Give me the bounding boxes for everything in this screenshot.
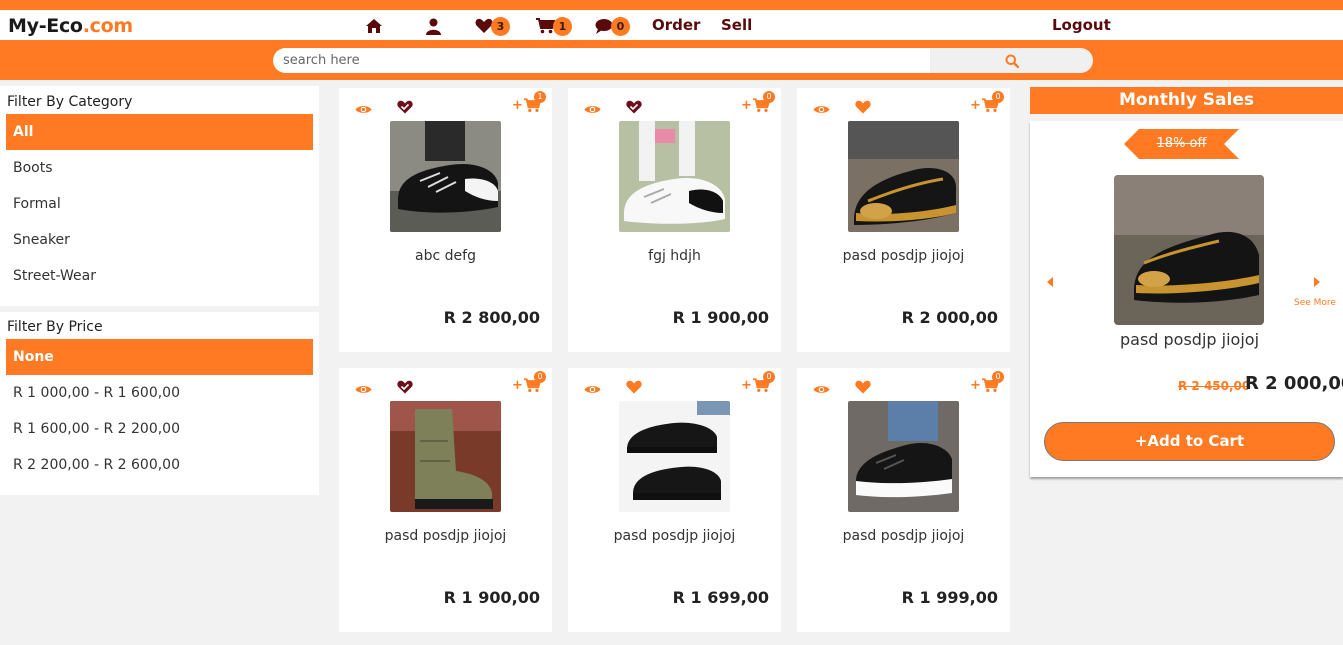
product-name: pasd posdjp jiojoj bbox=[384, 528, 507, 544]
product-card[interactable]: +1 abc defg R 2 800,00 bbox=[339, 88, 552, 352]
view-eye-icon[interactable] bbox=[813, 384, 830, 395]
product-name: pasd posdjp jiojoj bbox=[842, 248, 965, 264]
logo-main: My-Eco bbox=[8, 15, 83, 37]
product-name: pasd posdjp jiojoj bbox=[613, 528, 736, 544]
view-eye-icon[interactable] bbox=[813, 104, 830, 115]
category-item-boots[interactable]: Boots bbox=[0, 150, 319, 186]
view-eye-icon[interactable] bbox=[584, 384, 601, 395]
search-icon bbox=[1005, 54, 1019, 68]
search-button[interactable] bbox=[930, 48, 1093, 73]
category-filter-panel: Filter By Category All Boots Formal Snea… bbox=[0, 86, 319, 306]
cart-count-badge: 1 bbox=[553, 16, 572, 36]
featured-new-price: R 2 000,00 bbox=[1245, 373, 1343, 394]
product-image[interactable] bbox=[390, 401, 501, 512]
product-price: R 2 000,00 bbox=[901, 308, 998, 327]
search-bar bbox=[0, 40, 1343, 80]
plus-icon: + bbox=[970, 98, 981, 113]
featured-product-image[interactable] bbox=[1114, 175, 1264, 325]
product-name: abc defg bbox=[415, 248, 476, 264]
monthly-sales-panel: 18% off See More pasd posdjp jiojoj R 2 … bbox=[1030, 121, 1343, 477]
category-item-sneaker[interactable]: Sneaker bbox=[0, 222, 319, 258]
sell-link[interactable]: Sell bbox=[721, 16, 752, 34]
product-price: R 1 999,00 bbox=[901, 588, 998, 607]
cart-quantity-badge: 0 bbox=[534, 371, 546, 383]
product-image[interactable] bbox=[619, 401, 730, 512]
product-card[interactable]: +0 pasd posdjp jiojoj R 1 699,00 bbox=[568, 368, 781, 632]
view-eye-icon[interactable] bbox=[355, 104, 372, 115]
order-link[interactable]: Order bbox=[652, 16, 700, 34]
discount-label: 18% off bbox=[1156, 136, 1207, 151]
price-item-none[interactable]: None bbox=[6, 339, 313, 375]
carousel-prev-arrow-icon[interactable] bbox=[1046, 272, 1054, 291]
category-item-formal[interactable]: Formal bbox=[0, 186, 319, 222]
product-price: R 2 800,00 bbox=[443, 308, 540, 327]
cart-quantity-badge: 0 bbox=[763, 91, 775, 103]
plus-icon: + bbox=[741, 98, 752, 113]
search-input[interactable] bbox=[273, 48, 930, 73]
plus-icon: + bbox=[970, 378, 981, 393]
plus-icon: + bbox=[741, 378, 752, 393]
category-item-street-wear[interactable]: Street-Wear bbox=[0, 258, 319, 294]
product-card[interactable]: +0 fgj hdjh R 1 900,00 bbox=[568, 88, 781, 352]
product-image[interactable] bbox=[619, 121, 730, 232]
product-image[interactable] bbox=[848, 121, 959, 232]
messages-count-badge: 0 bbox=[611, 16, 630, 36]
price-filter-title: Filter By Price bbox=[7, 319, 103, 335]
featured-product-name: pasd posdjp jiojoj bbox=[1119, 330, 1260, 349]
home-icon[interactable] bbox=[365, 17, 383, 35]
messages-nav[interactable]: 0 bbox=[595, 16, 630, 36]
header: My-Eco.com 3 1 0 Order Sell Logout bbox=[0, 10, 1343, 40]
wishlist-nav[interactable]: 3 bbox=[475, 16, 510, 36]
heart-icon[interactable] bbox=[626, 380, 642, 394]
price-item-range-2[interactable]: R 1 600,00 - R 2 200,00 bbox=[0, 411, 319, 447]
product-name: fgj hdjh bbox=[648, 248, 701, 264]
heart-icon[interactable] bbox=[855, 380, 871, 394]
heart-check-icon[interactable] bbox=[626, 100, 642, 114]
view-eye-icon[interactable] bbox=[584, 104, 601, 115]
product-image[interactable] bbox=[390, 121, 501, 232]
monthly-sales-title: Monthly Sales bbox=[1030, 87, 1343, 114]
featured-old-price: R 2 450,00 bbox=[1178, 379, 1251, 393]
see-more-link[interactable]: See More bbox=[1294, 298, 1336, 308]
logout-link[interactable]: Logout bbox=[1052, 16, 1111, 34]
discount-ribbon: 18% off bbox=[1124, 129, 1239, 159]
plus-icon: + bbox=[512, 98, 523, 113]
user-icon[interactable] bbox=[426, 17, 441, 35]
cart-quantity-badge: 0 bbox=[992, 371, 1004, 383]
site-logo[interactable]: My-Eco.com bbox=[8, 15, 133, 37]
heart-icon[interactable] bbox=[855, 100, 871, 114]
logo-tld: .com bbox=[82, 15, 133, 37]
carousel-next-arrow-icon[interactable] bbox=[1313, 272, 1321, 291]
price-filter-panel: Filter By Price None R 1 000,00 - R 1 60… bbox=[0, 312, 319, 495]
product-image[interactable] bbox=[848, 401, 959, 512]
view-eye-icon[interactable] bbox=[355, 384, 372, 395]
category-item-all[interactable]: All bbox=[6, 114, 313, 150]
product-card[interactable]: +0 pasd posdjp jiojoj R 1 900,00 bbox=[339, 368, 552, 632]
product-card[interactable]: +0 pasd posdjp jiojoj R 1 999,00 bbox=[797, 368, 1010, 632]
add-to-cart-button[interactable]: +Add to Cart bbox=[1044, 422, 1335, 461]
cart-nav[interactable]: 1 bbox=[536, 16, 572, 36]
category-filter-title: Filter By Category bbox=[7, 94, 133, 110]
plus-icon: + bbox=[512, 378, 523, 393]
price-item-range-1[interactable]: R 1 000,00 - R 1 600,00 bbox=[0, 375, 319, 411]
product-card[interactable]: +0 pasd posdjp jiojoj R 2 000,00 bbox=[797, 88, 1010, 352]
product-price: R 1 900,00 bbox=[672, 308, 769, 327]
cart-quantity-badge: 0 bbox=[763, 371, 775, 383]
product-price: R 1 699,00 bbox=[672, 588, 769, 607]
heart-check-icon[interactable] bbox=[397, 100, 413, 114]
cart-quantity-badge: 0 bbox=[992, 91, 1004, 103]
price-item-range-3[interactable]: R 2 200,00 - R 2 600,00 bbox=[0, 447, 319, 483]
wishlist-count-badge: 3 bbox=[491, 16, 510, 36]
product-name: pasd posdjp jiojoj bbox=[842, 528, 965, 544]
cart-quantity-badge: 1 bbox=[534, 91, 546, 103]
product-price: R 1 900,00 bbox=[443, 588, 540, 607]
heart-check-icon[interactable] bbox=[397, 380, 413, 394]
top-stripe bbox=[0, 0, 1343, 10]
